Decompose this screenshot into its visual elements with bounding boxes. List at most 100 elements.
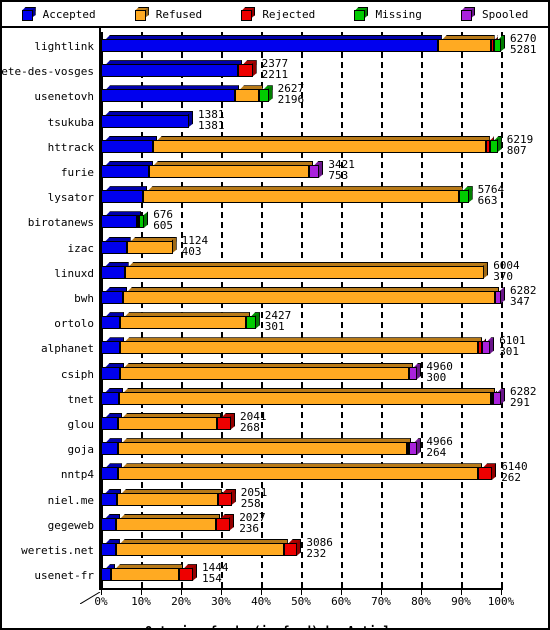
bar-segment-accepted xyxy=(101,316,121,330)
bar-segment-spooled xyxy=(309,165,320,178)
legend-label: Missing xyxy=(375,7,422,21)
legend-swatch-icon xyxy=(241,7,256,21)
bar-value-accepted: 262 xyxy=(501,471,522,485)
x-tick-label: 60% xyxy=(331,595,351,608)
y-axis-label: csiph xyxy=(60,367,94,381)
legend-label: Spooled xyxy=(482,7,529,21)
bar-value-accepted: 807 xyxy=(506,143,527,157)
y-axis-label: glou xyxy=(67,418,95,431)
bar-segment-accepted xyxy=(101,240,127,254)
bar-segment-accepted xyxy=(101,492,118,506)
bar-segment-missing xyxy=(458,190,469,204)
bar-segment-refused xyxy=(115,543,284,556)
bar-value-accepted: 347 xyxy=(510,295,530,308)
bar-segment-accepted xyxy=(101,89,235,103)
x-tick-label: 70% xyxy=(371,595,391,608)
bar-segment-missing xyxy=(246,316,256,330)
bar-segment-rejected xyxy=(283,543,298,556)
chart-title: Outgoing feeds (innfeed) by Articles xyxy=(2,624,548,628)
bar-segment-rejected xyxy=(238,64,253,78)
bar-segment-accepted xyxy=(101,64,239,78)
bar-segment-spooled xyxy=(493,391,501,405)
bar-value-accepted: 605 xyxy=(153,219,174,233)
bar-segment-accepted xyxy=(101,291,123,304)
bar-value-accepted: 403 xyxy=(181,244,202,258)
legend-label: Rejected xyxy=(262,7,316,21)
bar-segment-accepted xyxy=(101,139,153,153)
bar-segment-accepted xyxy=(101,517,117,531)
y-axis-label: furie xyxy=(60,166,94,179)
legend-swatch-icon xyxy=(21,7,37,21)
legend-item-spooled: Spooled xyxy=(461,7,528,21)
legend-swatch-icon xyxy=(354,7,369,21)
bar-segment-refused xyxy=(120,341,479,355)
bar-segment-accepted xyxy=(101,190,144,204)
y-axis-label: niel.me xyxy=(47,493,94,507)
bar-value-accepted: 2196 xyxy=(277,93,305,107)
y-axis-labels: lightlink bete-des-vosges usenetovh tsukuba… xyxy=(2,28,98,588)
bar-value-accepted: 258 xyxy=(240,496,261,510)
x-tick-label: 80% xyxy=(411,595,431,608)
bar-segment-refused xyxy=(117,467,479,481)
bar-segment-side xyxy=(143,211,149,229)
bar-segment-refused xyxy=(153,139,486,153)
bar-segment-rejected xyxy=(217,492,232,506)
legend-item-rejected: Rejected xyxy=(241,7,315,21)
y-axis-label: izac xyxy=(67,241,95,255)
bar-value-accepted: 1381 xyxy=(198,118,225,132)
gridline-70 xyxy=(381,32,383,588)
bar-segment-spooled xyxy=(409,442,418,456)
bar-value-accepted: 291 xyxy=(510,395,530,409)
chart-container: Accepted Refused Rejected Missing Spooled li… xyxy=(0,0,550,630)
y-axis-label: tsukuba xyxy=(47,115,94,129)
bar-segment-spooled xyxy=(482,341,491,355)
x-tick-label: 100% xyxy=(487,595,515,608)
bar-segment-refused xyxy=(123,291,495,304)
gridline-60 xyxy=(341,32,343,588)
y-axis-label: usenet-fr xyxy=(34,569,94,583)
x-tick-label: 20% xyxy=(171,595,191,608)
bar-segment-rejected xyxy=(478,467,493,481)
bar-value-accepted: 301 xyxy=(264,320,285,334)
x-tick-label: 40% xyxy=(251,595,271,608)
y-axis-label: weretis.net xyxy=(21,544,94,557)
bar-segment-refused xyxy=(124,265,485,279)
bar-segment-refused xyxy=(143,190,459,204)
bar-segment-missing xyxy=(258,89,269,103)
legend-label: Refused xyxy=(155,7,203,21)
bar-segment-accepted xyxy=(101,165,149,178)
bar-segment-accepted xyxy=(101,543,116,556)
gridline-80 xyxy=(421,32,423,588)
zero-tick-leader xyxy=(80,592,101,604)
gridline-40 xyxy=(261,32,263,588)
bar-segment-accepted xyxy=(101,568,111,582)
bar-segment-spooled xyxy=(409,366,418,380)
bar-segment-refused xyxy=(119,391,491,405)
bar-segment-refused xyxy=(120,366,410,380)
bar-value-accepted: 753 xyxy=(328,169,349,182)
x-tick-label: 30% xyxy=(211,595,231,608)
bar-segment-refused xyxy=(126,240,173,254)
bar-segment-accepted xyxy=(101,417,119,430)
legend-swatch-icon xyxy=(134,7,150,21)
bar-segment-refused xyxy=(117,492,218,506)
gridline-90 xyxy=(461,32,463,588)
bar-segment-accepted xyxy=(101,215,137,229)
legend-swatch-icon xyxy=(461,7,476,21)
x-tick-label: 50% xyxy=(291,595,311,608)
bar-value-accepted: 370 xyxy=(493,269,514,283)
axes-box: 6270 5281 2377 2211 2627 2196 1381 1381 6219 807 3… xyxy=(99,28,537,590)
gridline-100 xyxy=(501,32,503,588)
bar-segment-refused xyxy=(235,89,259,103)
bar-segment-accepted xyxy=(101,391,120,405)
legend-item-refused: Refused xyxy=(134,7,203,21)
bar-value-accepted: 232 xyxy=(306,547,327,560)
y-axis-label: ortolo xyxy=(54,317,94,331)
bar-segment-refused xyxy=(117,442,408,456)
legend-item-accepted: Accepted xyxy=(21,7,96,21)
bar-segment-accepted xyxy=(101,366,121,380)
bar-value-accepted: 663 xyxy=(477,194,498,208)
bar-value-accepted: 154 xyxy=(202,572,222,586)
y-axis-label: bwh xyxy=(74,292,94,305)
bar-segment-refused xyxy=(149,165,310,178)
